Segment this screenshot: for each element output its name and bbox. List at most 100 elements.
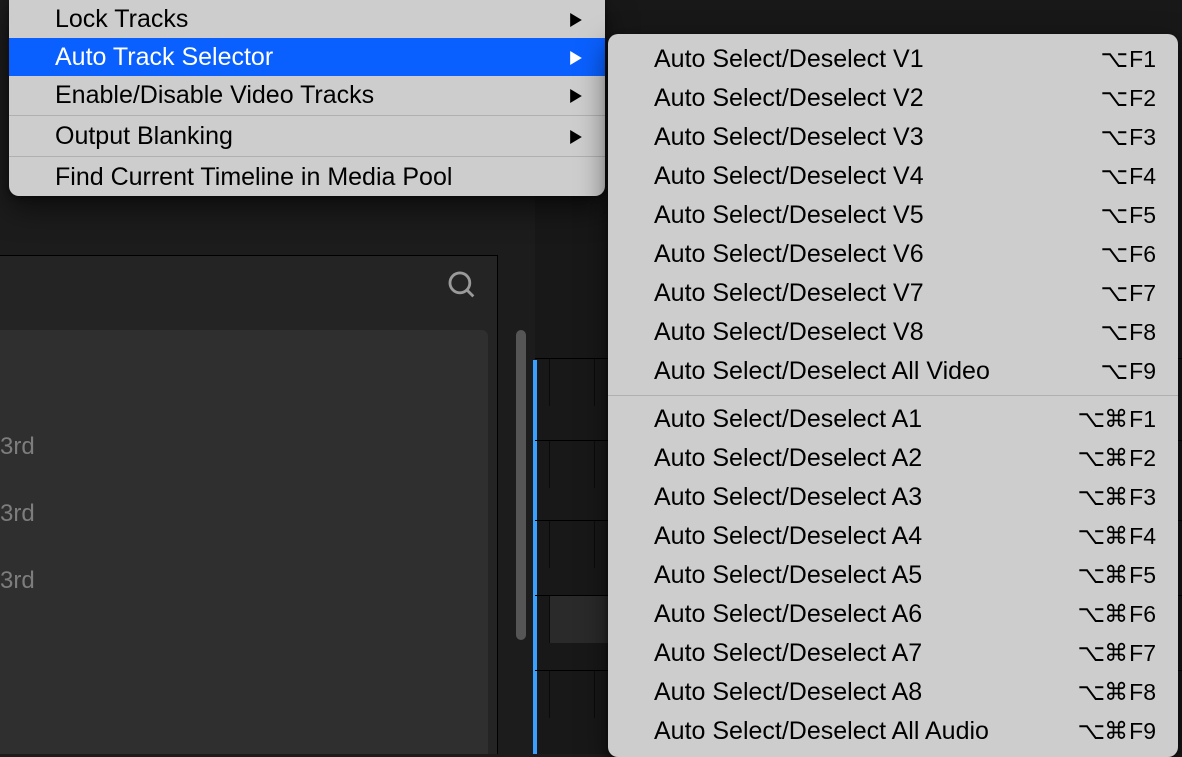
search-icon[interactable] bbox=[445, 268, 479, 307]
keyboard-shortcut: ⌥⌘F7 bbox=[1078, 639, 1157, 668]
shortcut-modifiers: ⌥ bbox=[1101, 162, 1128, 191]
shortcut-modifiers: ⌥ bbox=[1101, 279, 1128, 308]
panel-inner bbox=[0, 330, 488, 754]
submenu-item-label: Auto Select/Deselect A5 bbox=[654, 561, 922, 590]
shortcut-modifiers: ⌥ bbox=[1101, 318, 1128, 347]
menu-separator bbox=[608, 395, 1178, 396]
submenu-item-label: Auto Select/Deselect A4 bbox=[654, 522, 922, 551]
shortcut-modifiers: ⌥ bbox=[1101, 357, 1128, 386]
submenu-item-label: Auto Select/Deselect A7 bbox=[654, 639, 922, 668]
shortcut-key: F1 bbox=[1129, 46, 1156, 73]
shortcut-key: F5 bbox=[1129, 562, 1156, 589]
submenu-item-auto-select-deselect-v8[interactable]: Auto Select/Deselect V8 ⌥F8 bbox=[608, 313, 1178, 352]
shortcut-modifiers: ⌥ bbox=[1101, 201, 1128, 230]
submenu-item-auto-select-deselect-a5[interactable]: Auto Select/Deselect A5 ⌥⌘F5 bbox=[608, 556, 1178, 595]
submenu-item-auto-select-deselect-a1[interactable]: Auto Select/Deselect A1⌥⌘F1 bbox=[608, 400, 1178, 439]
chevron-right-icon bbox=[569, 81, 583, 110]
shortcut-key: F2 bbox=[1129, 85, 1156, 112]
shortcut-key: F6 bbox=[1129, 601, 1156, 628]
menu-item-label: Find Current Timeline in Media Pool bbox=[55, 163, 452, 192]
shortcut-key: F1 bbox=[1129, 406, 1156, 433]
shortcut-key: F4 bbox=[1129, 523, 1156, 550]
submenu-item-auto-select-deselect-v6[interactable]: Auto Select/Deselect V6⌥F6 bbox=[608, 235, 1178, 274]
submenu-item-auto-select-deselect-a3[interactable]: Auto Select/Deselect A3⌥⌘F3 bbox=[608, 478, 1178, 517]
shortcut-modifiers: ⌥⌘ bbox=[1078, 678, 1128, 707]
submenu-item-auto-select-deselect-v2[interactable]: Auto Select/Deselect V2 ⌥F2 bbox=[608, 79, 1178, 118]
submenu-item-auto-select-deselect-all-video[interactable]: Auto Select/Deselect All Video⌥F9 bbox=[608, 352, 1178, 391]
shortcut-key: F8 bbox=[1129, 319, 1156, 346]
submenu-item-auto-select-deselect-a2[interactable]: Auto Select/Deselect A2 ⌥⌘F2 bbox=[608, 439, 1178, 478]
submenu-item-label: Auto Select/Deselect V2 bbox=[654, 84, 924, 113]
submenu-item-auto-select-deselect-v3[interactable]: Auto Select/Deselect V3 ⌥F3 bbox=[608, 118, 1178, 157]
shortcut-modifiers: ⌥⌘ bbox=[1078, 717, 1128, 746]
shortcut-modifiers: ⌥⌘ bbox=[1078, 405, 1128, 434]
submenu-item-label: Auto Select/Deselect A6 bbox=[654, 600, 922, 629]
submenu-item-auto-select-deselect-v4[interactable]: Auto Select/Deselect V4⌥F4 bbox=[608, 157, 1178, 196]
keyboard-shortcut: ⌥F5 bbox=[1101, 201, 1157, 230]
shortcut-key: F4 bbox=[1129, 163, 1156, 190]
menu-item-output-blanking[interactable]: Output Blanking bbox=[9, 117, 605, 155]
keyboard-shortcut: ⌥F7 bbox=[1101, 279, 1157, 308]
keyboard-shortcut: ⌥F4 bbox=[1101, 162, 1157, 191]
keyboard-shortcut: ⌥F2 bbox=[1101, 84, 1157, 113]
submenu-item-auto-select-deselect-v7[interactable]: Auto Select/Deselect V7 ⌥F7 bbox=[608, 274, 1178, 313]
keyboard-shortcut: ⌥⌘F9 bbox=[1078, 717, 1157, 746]
scrollbar[interactable] bbox=[516, 330, 526, 640]
menu-item-label: Enable/Disable Video Tracks bbox=[55, 81, 374, 110]
shortcut-key: F3 bbox=[1129, 124, 1156, 151]
keyboard-shortcut: ⌥F8 bbox=[1101, 318, 1157, 347]
track-label: 3rd bbox=[0, 500, 35, 528]
submenu-item-auto-select-deselect-a7[interactable]: Auto Select/Deselect A7 ⌥⌘F7 bbox=[608, 634, 1178, 673]
keyboard-shortcut: ⌥⌘F1 bbox=[1078, 405, 1157, 434]
shortcut-modifiers: ⌥⌘ bbox=[1078, 483, 1128, 512]
submenu-item-label: Auto Select/Deselect A2 bbox=[654, 444, 922, 473]
track-label: 3rd bbox=[0, 433, 35, 461]
submenu-item-auto-select-deselect-v5[interactable]: Auto Select/Deselect V5 ⌥F5 bbox=[608, 196, 1178, 235]
track-label: 3rd bbox=[0, 567, 35, 595]
keyboard-shortcut: ⌥F6 bbox=[1101, 240, 1157, 269]
submenu-item-auto-select-deselect-a6[interactable]: Auto Select/Deselect A6 ⌥⌘F6 bbox=[608, 595, 1178, 634]
menu-separator bbox=[9, 115, 605, 116]
shortcut-modifiers: ⌥⌘ bbox=[1078, 444, 1128, 473]
submenu-item-label: Auto Select/Deselect V5 bbox=[654, 201, 924, 230]
keyboard-shortcut: ⌥F3 bbox=[1101, 123, 1157, 152]
submenu-item-auto-select-deselect-a4[interactable]: Auto Select/Deselect A4 ⌥⌘F4 bbox=[608, 517, 1178, 556]
shortcut-key: F3 bbox=[1129, 484, 1156, 511]
submenu-item-auto-select-deselect-a8[interactable]: Auto Select/Deselect A8 ⌥⌘F8 bbox=[608, 673, 1178, 712]
menu-item-label: Auto Track Selector bbox=[55, 43, 273, 72]
shortcut-key: F7 bbox=[1129, 280, 1156, 307]
shortcut-key: F2 bbox=[1129, 445, 1156, 472]
shortcut-modifiers: ⌥ bbox=[1101, 84, 1128, 113]
submenu-item-label: Auto Select/Deselect V7 bbox=[654, 279, 924, 308]
submenu-item-auto-select-deselect-all-audio[interactable]: Auto Select/Deselect All Audio⌥⌘F9 bbox=[608, 712, 1178, 751]
shortcut-modifiers: ⌥⌘ bbox=[1078, 522, 1128, 551]
shortcut-modifiers: ⌥ bbox=[1101, 45, 1128, 74]
menu-item-lock-tracks[interactable]: Lock Tracks bbox=[9, 0, 605, 38]
shortcut-key: F9 bbox=[1129, 718, 1156, 745]
menu-item-find-current-timeline-in-media-pool[interactable]: Find Current Timeline in Media Pool bbox=[9, 158, 605, 196]
shortcut-modifiers: ⌥ bbox=[1101, 240, 1128, 269]
menu-item-auto-track-selector[interactable]: Auto Track Selector bbox=[9, 38, 605, 76]
keyboard-shortcut: ⌥⌘F6 bbox=[1078, 600, 1157, 629]
chevron-right-icon bbox=[569, 43, 583, 72]
shortcut-key: F8 bbox=[1129, 679, 1156, 706]
keyboard-shortcut: ⌥⌘F5 bbox=[1078, 561, 1157, 590]
submenu-item-auto-select-deselect-v1[interactable]: Auto Select/Deselect V1⌥F1 bbox=[608, 40, 1178, 79]
shortcut-key: F6 bbox=[1129, 241, 1156, 268]
submenu-item-label: Auto Select/Deselect A8 bbox=[654, 678, 922, 707]
shortcut-modifiers: ⌥⌘ bbox=[1078, 561, 1128, 590]
menu-item-enable-disable-video-tracks[interactable]: Enable/Disable Video Tracks bbox=[9, 76, 605, 114]
menu-item-label: Lock Tracks bbox=[55, 5, 188, 34]
chevron-right-icon bbox=[569, 122, 583, 151]
submenu-item-label: Auto Select/Deselect V8 bbox=[654, 318, 924, 347]
keyboard-shortcut: ⌥⌘F8 bbox=[1078, 678, 1157, 707]
chevron-right-icon bbox=[569, 5, 583, 34]
submenu-auto-track-selector: Auto Select/Deselect V1⌥F1Auto Select/De… bbox=[608, 34, 1178, 757]
shortcut-modifiers: ⌥ bbox=[1101, 123, 1128, 152]
keyboard-shortcut: ⌥⌘F2 bbox=[1078, 444, 1157, 473]
menu-separator bbox=[9, 156, 605, 157]
submenu-item-label: Auto Select/Deselect V3 bbox=[654, 123, 924, 152]
keyboard-shortcut: ⌥F1 bbox=[1101, 45, 1157, 74]
shortcut-key: F9 bbox=[1129, 358, 1156, 385]
menu-item-label: Output Blanking bbox=[55, 122, 233, 151]
